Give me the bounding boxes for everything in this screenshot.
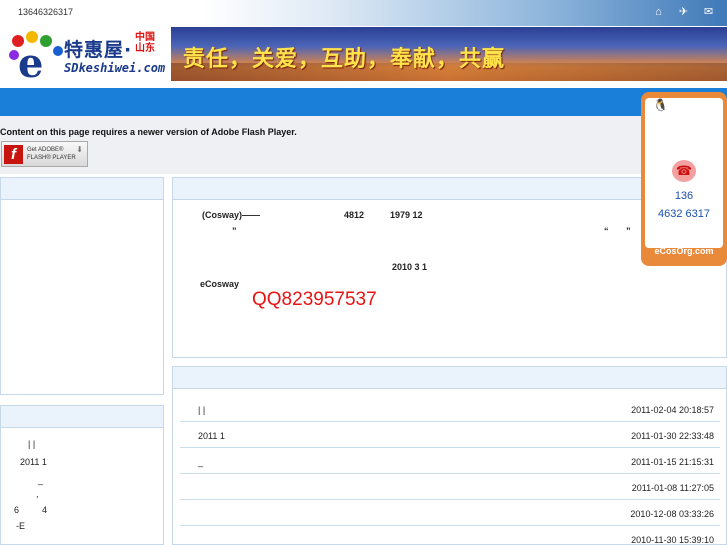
intro-ecosway: eCosway (200, 279, 240, 289)
panel-header (1, 406, 163, 428)
penguin-icon[interactable]: 🐧 (653, 98, 668, 112)
news-date: 2011-01-30 22:33:48 (631, 431, 714, 441)
news-row[interactable]: 2011-01-08 11:27:05 (180, 474, 720, 500)
news-date: 2011-01-15 21:15:31 (631, 457, 714, 467)
news-title[interactable]: | | (198, 405, 205, 415)
flash-button-line2: FLASH® PLAYER (27, 155, 76, 161)
phone-number: 13646326317 (18, 7, 74, 17)
site-logo[interactable]: e 特惠屋· 中国山东 SDkeshiwei.com (4, 27, 166, 81)
left-text-5b: 4 (42, 505, 48, 515)
flash-logo-icon: f (4, 145, 23, 164)
qq-widget-body: 🐧 ☎ 136 4632 6317 (645, 98, 723, 248)
get-flash-player-button[interactable]: f Get ADOBE® FLASH® PLAYER ⬇ (1, 141, 88, 167)
left-text-1: | | (28, 439, 36, 449)
mail-icon[interactable]: ✉ (702, 7, 715, 18)
intro-quote-2: “ (604, 226, 609, 236)
logo-region: 中国山东 (135, 32, 155, 54)
news-title[interactable]: _ (198, 457, 203, 467)
header-banner: 责任，关爱，互助，奉献，共赢 (171, 27, 727, 81)
flash-required-message: Content on this page requires a newer ve… (0, 127, 297, 137)
qq-contact-widget[interactable]: 🐧 ☎ 136 4632 6317 eCosOrg.com (641, 92, 727, 266)
news-date: 2011-01-08 11:27:05 (631, 483, 714, 493)
news-row[interactable]: | | 2011-02-04 20:18:57 (180, 396, 720, 422)
top-icons: ⌂ ✈ ✉ (652, 7, 715, 18)
svg-text:e: e (18, 40, 43, 79)
widget-site-name[interactable]: eCosOrg.com (641, 246, 727, 256)
panel-header (1, 178, 163, 200)
qq-number: QQ823957537 (252, 289, 377, 310)
left-text-6: -E (16, 521, 25, 531)
intro-text-1b: 4812 (344, 210, 365, 220)
bird-icon[interactable]: ✈ (677, 7, 690, 18)
left-text-2[interactable]: 2011 1 (20, 457, 47, 467)
news-date: 2011-02-04 20:18:57 (631, 405, 714, 415)
intro-text-1c: 1979 12 (390, 210, 423, 220)
news-title[interactable]: 2011 1 (198, 431, 225, 441)
panel-header (173, 367, 726, 389)
news-date: 2010-11-30 15:39:10 (631, 535, 714, 545)
main-nav-bar (0, 88, 727, 116)
left-panel-top (0, 177, 164, 395)
home-icon[interactable]: ⌂ (652, 7, 665, 18)
telephone-icon: ☎ (672, 160, 696, 182)
banner-slogan: 责任，关爱，互助，奉献，共赢 (183, 46, 506, 72)
left-text-4: , (36, 489, 39, 499)
logo-domain: SDkeshiwei.com (64, 61, 166, 75)
news-date: 2010-12-08 03:33:26 (630, 509, 714, 519)
news-row[interactable]: _ 2011-01-15 21:15:31 (180, 448, 720, 474)
left-text-3: _ (38, 475, 44, 485)
widget-tel-line2: 4632 6317 (658, 208, 710, 220)
download-arrow-icon: ⬇ (76, 145, 83, 154)
flash-area (0, 116, 727, 174)
news-row[interactable]: 2010-11-30 15:39:10 (180, 526, 720, 545)
logo-dots-icon: e (9, 31, 63, 79)
logo-brand: 特惠屋· (64, 39, 133, 61)
intro-quote-3: ” (626, 226, 631, 236)
top-strip: 13646326317 ⌂ ✈ ✉ (0, 0, 727, 26)
intro-text-1a: (Cosway)—— (202, 210, 261, 220)
intro-quote-1: ” (232, 226, 237, 236)
news-row[interactable]: 2011 1 2011-01-30 22:33:48 (180, 422, 720, 448)
intro-date: 2010 3 1 (392, 262, 428, 272)
widget-tel-line1: 136 (674, 190, 694, 202)
left-text-5a: 6 (14, 505, 20, 515)
news-row[interactable]: 2010-12-08 03:33:26 (180, 500, 720, 526)
flash-button-line1: Get ADOBE® (27, 147, 64, 153)
